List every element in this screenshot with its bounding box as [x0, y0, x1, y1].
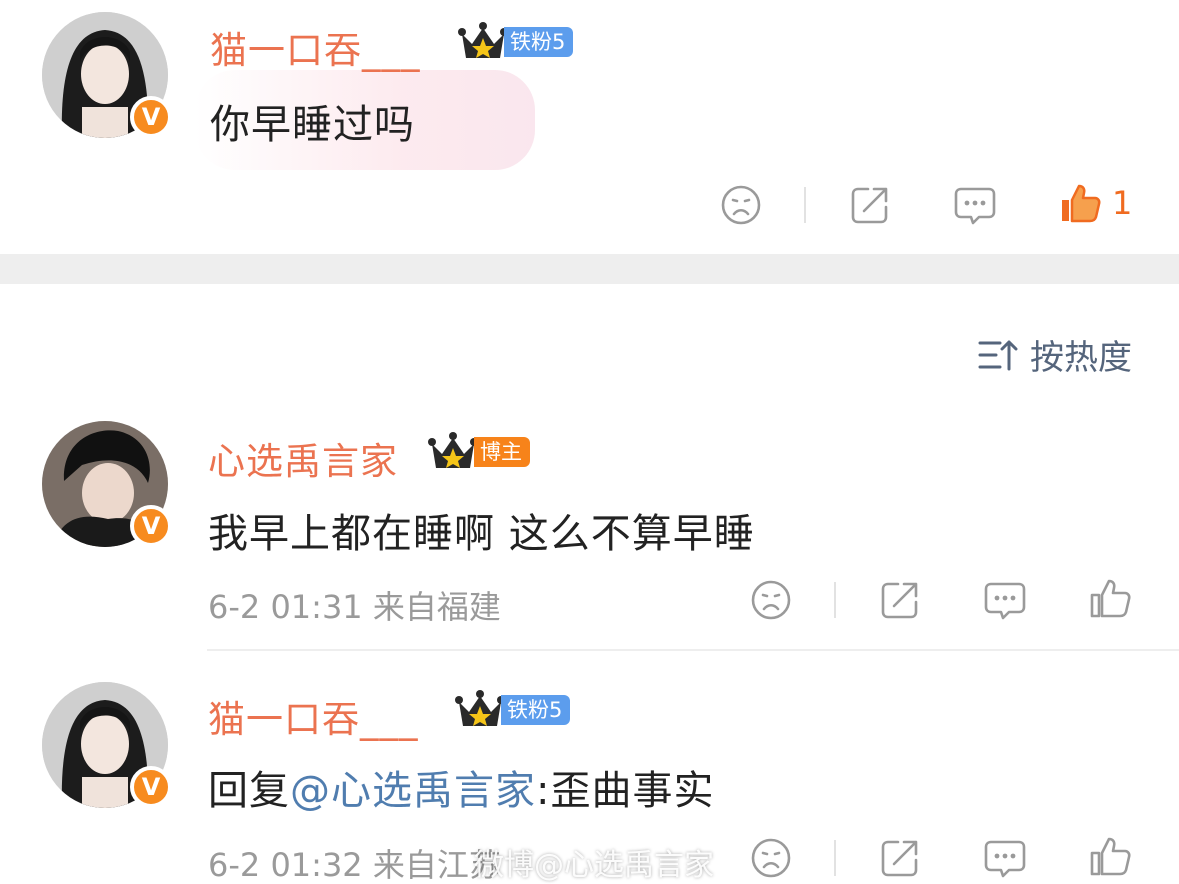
comment-button[interactable] [983, 578, 1027, 622]
sad-face-icon [751, 580, 791, 620]
username[interactable]: 猫一口吞___ [208, 689, 419, 743]
verified-badge: V [130, 505, 172, 547]
share-button[interactable] [848, 183, 892, 227]
comment-text: 我早上都在睡啊 这么不算早睡 [208, 511, 755, 557]
crown-icon [458, 22, 508, 58]
thumbs-up-icon [1090, 579, 1131, 618]
watermark: 微博@心选禹言家 [474, 848, 714, 883]
username[interactable]: 猫一口吞___ [210, 20, 421, 74]
avatar[interactable]: V [42, 12, 172, 138]
comment-text: 你早睡过吗 [210, 102, 415, 148]
thumbs-up-icon [1090, 837, 1131, 876]
blogger-tag: 博主 [474, 437, 530, 467]
comment-icon [984, 582, 1026, 620]
sort-toggle[interactable]: 按热度 [978, 330, 1132, 379]
action-separator [834, 840, 836, 876]
user-mention-link[interactable]: @心选禹言家 [290, 768, 536, 814]
like-count: 1 [1112, 184, 1133, 222]
crown-icon [455, 690, 505, 726]
avatar[interactable]: V [42, 421, 172, 547]
thumbs-up-icon [1062, 184, 1101, 223]
sad-face-icon [721, 185, 761, 225]
dislike-button[interactable] [719, 183, 763, 227]
share-icon [851, 187, 888, 224]
share-button[interactable] [878, 578, 922, 622]
reply-body: :歪曲事实 [536, 768, 715, 814]
section-divider [0, 254, 1179, 284]
share-button[interactable] [878, 836, 922, 880]
timestamp-location: 6-2 01:32 来自江苏 [208, 846, 501, 884]
share-icon [881, 840, 918, 877]
username[interactable]: 心选禹言家 [208, 431, 398, 485]
sort-label: 按热度 [1030, 338, 1132, 378]
share-icon [881, 582, 918, 619]
reply-prefix: 回复 [208, 768, 290, 814]
comment-icon [954, 187, 996, 225]
verified-badge: V [130, 766, 172, 808]
verified-badge: V [130, 96, 172, 138]
blogger-badge[interactable]: 博主 [428, 432, 530, 472]
action-separator [834, 582, 836, 618]
comment-button[interactable] [953, 183, 997, 227]
action-separator [804, 187, 806, 223]
avatar[interactable]: V [42, 682, 172, 808]
like-button[interactable] [1088, 576, 1132, 620]
comment-icon [984, 840, 1026, 878]
sort-icon [978, 340, 1018, 370]
like-button[interactable] [1088, 834, 1132, 878]
timestamp-location: 6-2 01:31 来自福建 [208, 588, 501, 626]
dislike-button[interactable] [749, 578, 793, 622]
crown-icon [428, 432, 478, 468]
sad-face-icon [751, 838, 791, 878]
comment-divider [207, 649, 1179, 651]
like-button[interactable]: 1 [1058, 181, 1132, 225]
fan-level-tag: 铁粉5 [504, 27, 574, 57]
fan-badge[interactable]: 铁粉5 [455, 690, 571, 730]
dislike-button[interactable] [749, 836, 793, 880]
reply-text: 回复@心选禹言家:歪曲事实 [208, 758, 714, 816]
fan-level-tag: 铁粉5 [501, 695, 571, 725]
fan-badge[interactable]: 铁粉5 [458, 22, 574, 62]
comment-button[interactable] [983, 836, 1027, 880]
